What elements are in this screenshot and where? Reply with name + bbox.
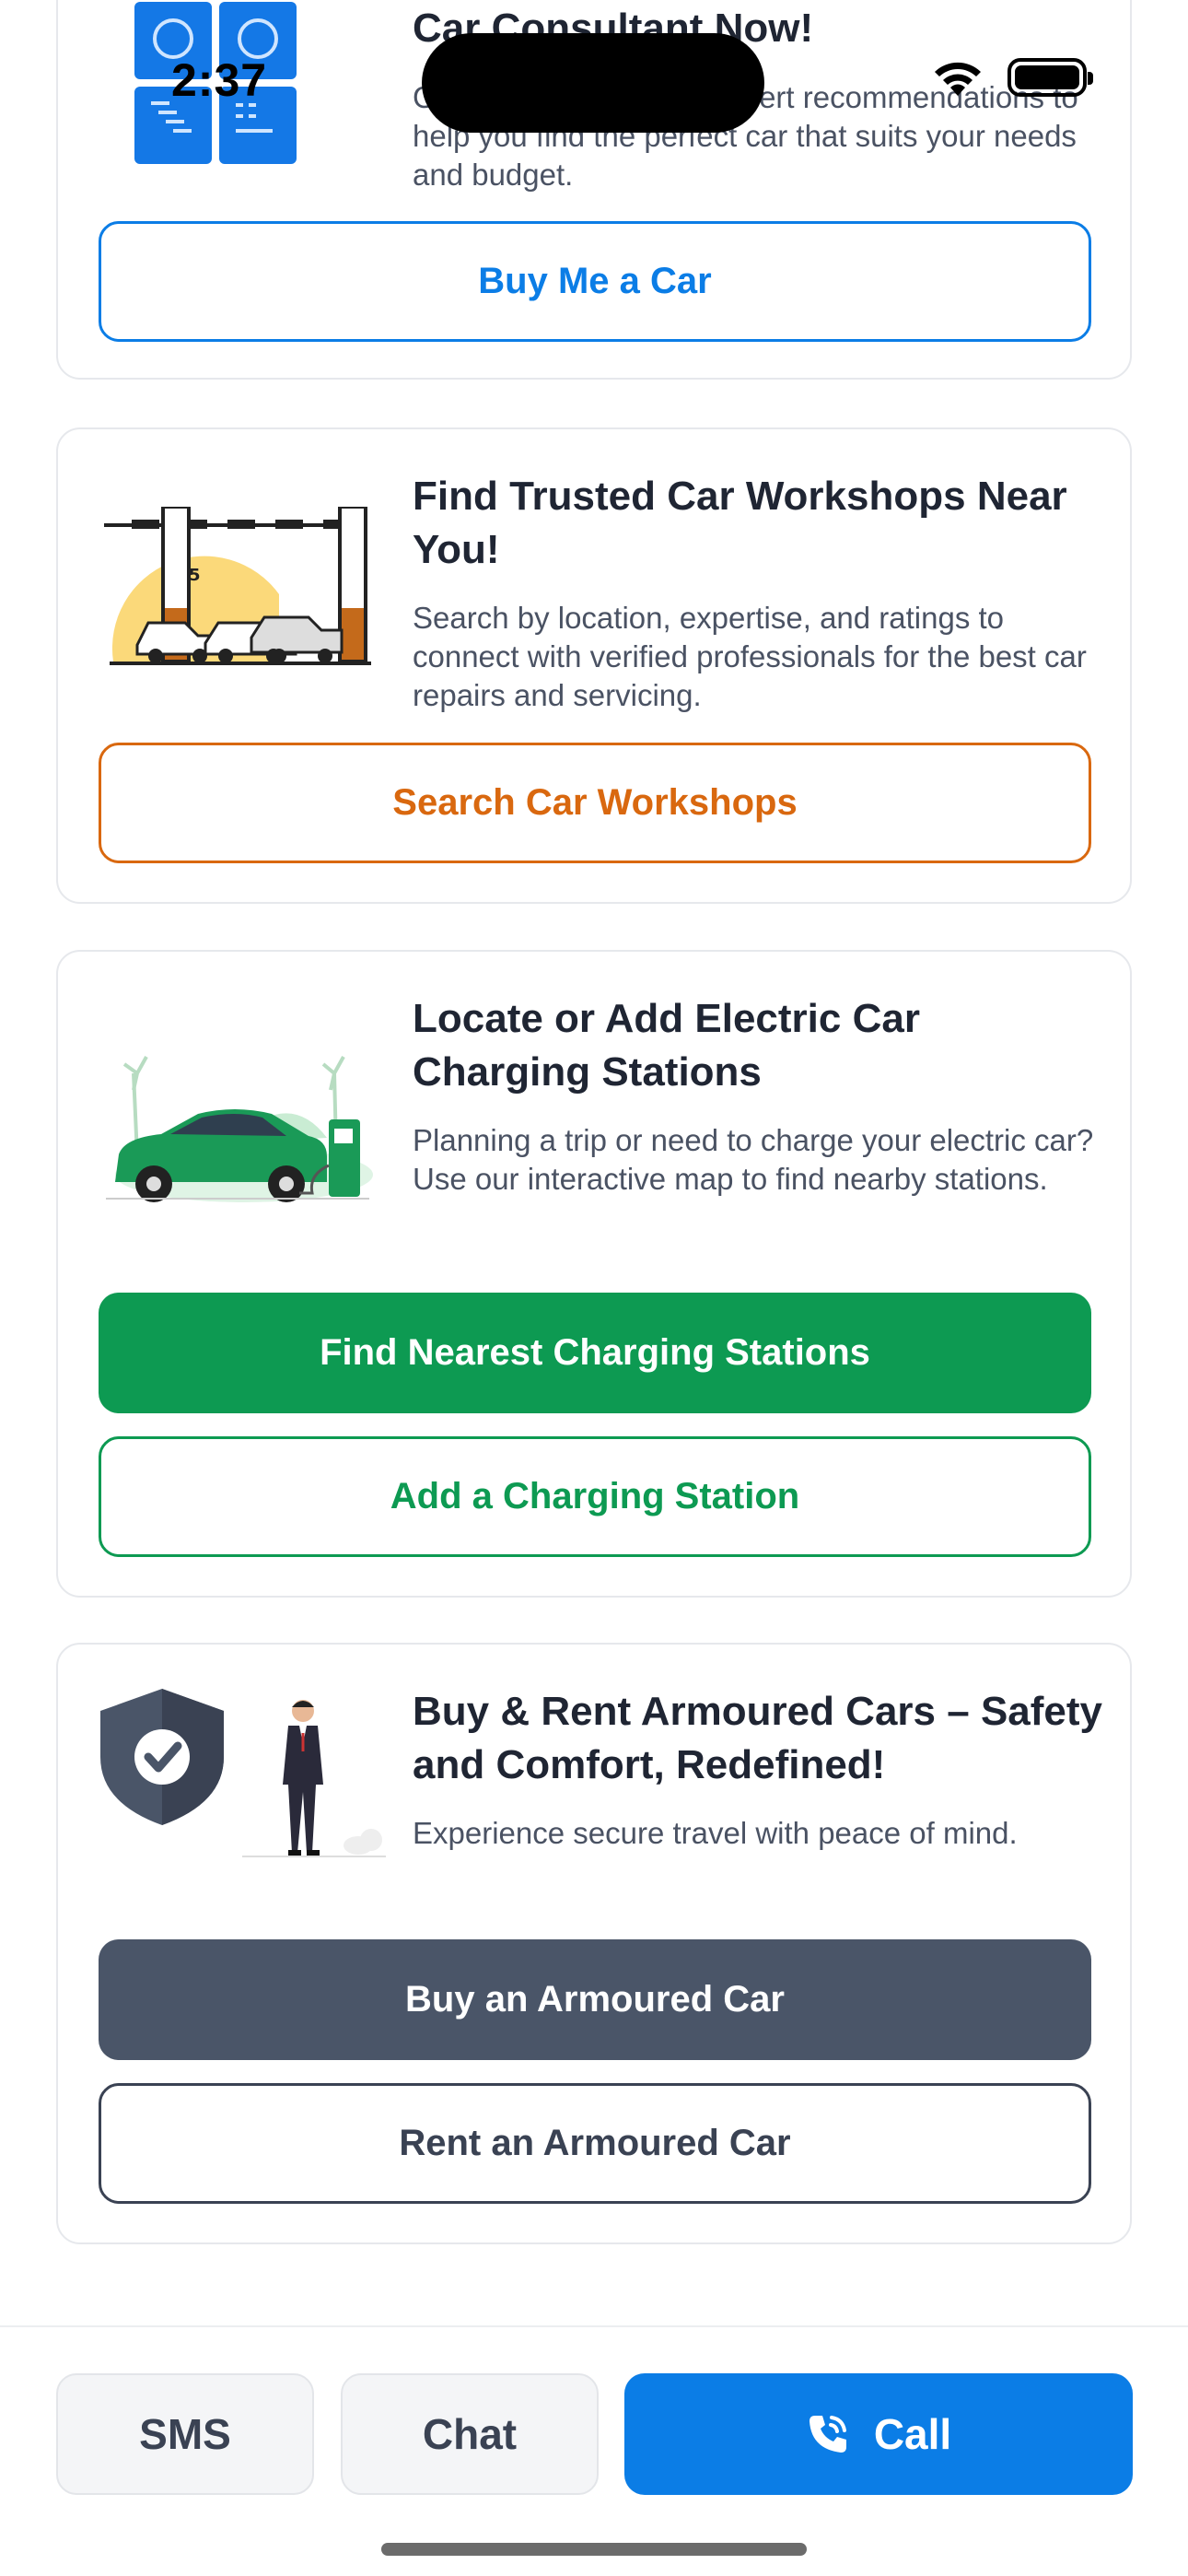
- charging-description: Planning a trip or need to charge your e…: [413, 1123, 1094, 1196]
- charging-title: Locate or Add Electric Car Charging Stat…: [413, 996, 920, 1095]
- svg-text:5: 5: [189, 566, 201, 585]
- home-indicator: [381, 2543, 807, 2556]
- sms-button[interactable]: SMS: [56, 2373, 314, 2495]
- search-car-workshops-button[interactable]: Search Car Workshops: [99, 743, 1091, 863]
- car-workshop-illustration-icon: 5: [104, 507, 371, 665]
- rent-armoured-car-button[interactable]: Rent an Armoured Car: [99, 2083, 1091, 2204]
- dynamic-island: [422, 33, 764, 133]
- workshops-card: 5 Find Trusted Car Workshops Near You! S…: [56, 427, 1132, 904]
- phone-icon: [809, 2416, 846, 2453]
- battery-icon: [1007, 58, 1093, 97]
- buy-armoured-car-button[interactable]: Buy an Armoured Car: [99, 1939, 1091, 2060]
- charging-card: Locate or Add Electric Car Charging Stat…: [56, 950, 1132, 1598]
- workshops-title: Find Trusted Car Workshops Near You!: [413, 474, 1067, 572]
- bottom-action-bar: SMS Chat Call: [0, 2325, 1188, 2576]
- find-nearest-charging-stations-button[interactable]: Find Nearest Charging Stations: [99, 1293, 1091, 1413]
- workshops-description: Search by location, expertise, and ratin…: [413, 601, 1087, 712]
- status-icons: [930, 57, 1093, 98]
- armoured-description: Experience secure travel with peace of m…: [413, 1816, 1018, 1850]
- armoured-title: Buy & Rent Armoured Cars – Safety and Co…: [413, 1689, 1103, 1787]
- add-charging-station-button[interactable]: Add a Charging Station: [99, 1436, 1091, 1557]
- buy-me-a-car-button[interactable]: Buy Me a Car: [99, 221, 1091, 342]
- call-button[interactable]: Call: [624, 2373, 1133, 2495]
- businessman-illustration-icon: [242, 1700, 386, 1857]
- armoured-card: Buy & Rent Armoured Cars – Safety and Co…: [56, 1643, 1132, 2244]
- electric-car-charging-illustration-icon: [106, 1056, 373, 1202]
- chat-button[interactable]: Chat: [341, 2373, 599, 2495]
- page: 2:37 Car Consultant Now! Get personalize…: [0, 0, 1188, 2576]
- shield-check-icon: [100, 1689, 224, 1825]
- call-button-label: Call: [873, 2410, 952, 2458]
- status-time: 2:37: [171, 54, 268, 106]
- wifi-icon: [935, 62, 981, 96]
